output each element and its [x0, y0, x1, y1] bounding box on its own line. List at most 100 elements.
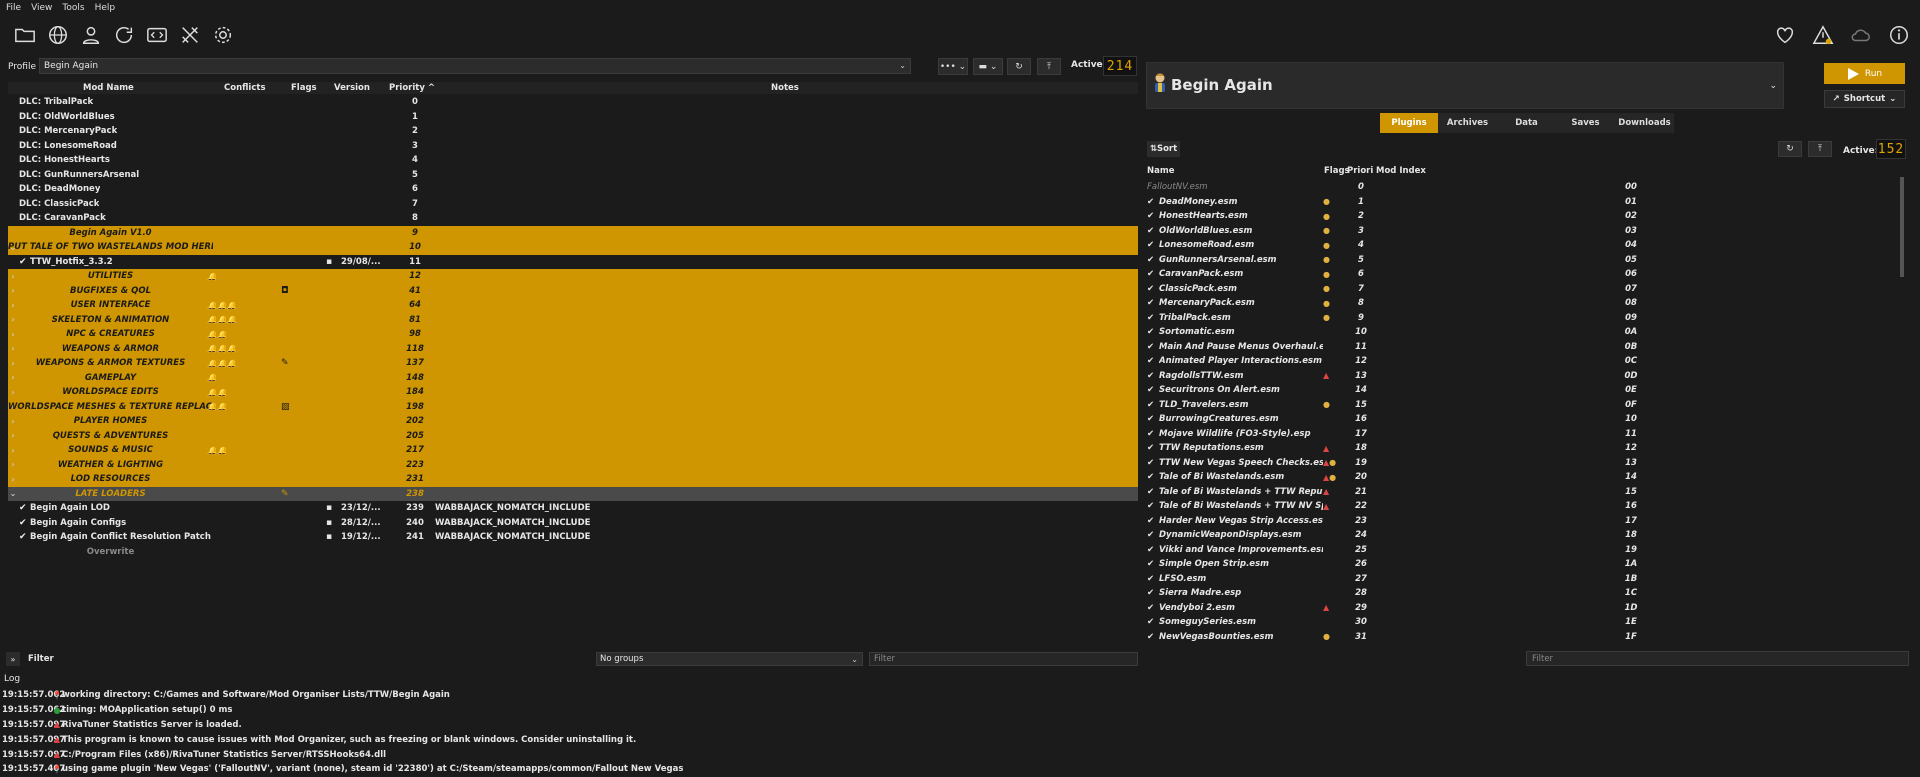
plugin-row[interactable]: ✔ Tale of Bi Wastelands + TTW Reputations… [1146, 485, 1892, 500]
plugin-checkbox[interactable]: ✔ [1147, 603, 1154, 613]
open-folder-menu-button[interactable]: ▬ ⌄ [973, 58, 1003, 75]
mod-row[interactable]: ✔ Begin Again Conflict Resolution Patch ▪ 1… [8, 530, 1138, 545]
plugin-checkbox[interactable]: ✔ [1147, 472, 1154, 482]
plugin-row[interactable]: ✔ DynamicWeaponDisplays.esm 24 18 [1146, 528, 1892, 543]
plugin-row[interactable]: ✔ Securitrons On Alert.esm 14 0E [1146, 383, 1892, 398]
col-plugin-priority[interactable]: Priori [1347, 166, 1373, 176]
plugin-checkbox[interactable]: ✔ [1147, 414, 1154, 424]
plugin-row[interactable]: ✔ TTW Reputations.esm ▲ 18 12 [1146, 441, 1892, 456]
mod-row[interactable]: › PLAYER HOMES 202 [8, 414, 1138, 429]
plugin-checkbox[interactable]: ✔ [1147, 211, 1154, 221]
plugin-checkbox[interactable]: ✔ [1147, 429, 1154, 439]
plugin-checkbox[interactable]: ✔ [1147, 327, 1154, 337]
tab-archives[interactable]: Archives [1438, 113, 1497, 133]
mod-row[interactable]: › SOUNDS & MUSIC 🔔🔔 217 [8, 443, 1138, 458]
plugin-row[interactable]: ✔ DeadMoney.esm ● 1 01 [1146, 195, 1892, 210]
plugin-checkbox[interactable]: ✔ [1147, 255, 1154, 265]
mod-checkbox[interactable]: ✔ [19, 503, 27, 513]
notifications-button[interactable] [1808, 18, 1838, 52]
plugin-checkbox[interactable]: ✔ [1147, 530, 1154, 540]
executables-button[interactable] [140, 18, 173, 52]
sort-button[interactable]: ⇅ Sort [1147, 141, 1180, 157]
col-plugin-name[interactable]: Name [1147, 166, 1174, 176]
menu-file[interactable]: File [6, 3, 21, 13]
col-plugin-flags[interactable]: Flags [1324, 166, 1350, 176]
plugin-row[interactable]: ✔ Main And Pause Menus Overhaul.esm 11 0B [1146, 340, 1892, 355]
plugin-row[interactable]: ✔ OldWorldBlues.esm ● 3 03 [1146, 224, 1892, 239]
plugin-checkbox[interactable]: ✔ [1147, 617, 1154, 627]
mod-row[interactable]: › GAMEPLAY 🔔 148 [8, 370, 1138, 385]
plugin-checkbox[interactable]: ✔ [1147, 545, 1154, 555]
plugin-checkbox[interactable]: ✔ [1147, 385, 1154, 395]
col-flags[interactable]: Flags [291, 83, 317, 93]
plugin-checkbox[interactable]: ✔ [1147, 356, 1154, 366]
mod-row[interactable]: › WEAPONS & ARMOR 🔔🔔🔔 118 [8, 341, 1138, 356]
nexus-button[interactable] [41, 18, 74, 52]
plugin-checkbox[interactable]: ✔ [1147, 574, 1154, 584]
mod-row[interactable]: › SKELETON & ANIMATION 🔔🔔🔔 81 [8, 312, 1138, 327]
plugin-checkbox[interactable]: ✔ [1147, 400, 1154, 410]
filter-toggle-button[interactable]: » [6, 652, 20, 666]
tools-button[interactable] [173, 18, 206, 52]
profile-select[interactable]: Begin Again ⌄ [39, 58, 911, 74]
mod-row[interactable]: ⌄ PUT TALE OF TWO WASTELANDS MOD HERE 10 [8, 240, 1138, 255]
shortcut-button[interactable]: ↗ Shortcut ⌄ [1824, 90, 1905, 108]
plugin-row[interactable]: ✔ Tale of Bi Wastelands.esm ▲● 20 14 [1146, 470, 1892, 485]
plugin-row[interactable]: ✔ ClassicPack.esm ● 7 07 [1146, 282, 1892, 297]
plugin-checkbox[interactable]: ✔ [1147, 458, 1154, 468]
groups-select[interactable]: No groups ⌄ [596, 652, 863, 666]
plugin-row[interactable]: ✔ HonestHearts.esm ● 2 02 [1146, 209, 1892, 224]
col-mod-name[interactable]: Mod Name [83, 83, 134, 93]
mod-row[interactable]: ✔ Begin Again Configs ▪ 28/12/... 240 WABBAJA… [8, 516, 1138, 531]
plugin-checkbox[interactable]: ✔ [1147, 443, 1154, 453]
tab-saves[interactable]: Saves [1556, 113, 1615, 133]
plugin-checkbox[interactable]: ✔ [1147, 269, 1154, 279]
plugin-checkbox[interactable]: ✔ [1147, 284, 1154, 294]
col-mod-index[interactable]: Mod Index [1376, 166, 1426, 176]
mod-row[interactable]: DLC: MercenaryPack 2 [8, 124, 1138, 139]
plugin-row[interactable]: ✔ NewVegasBounties.esm ● 31 1F [1146, 630, 1892, 645]
mod-row[interactable]: ✔ TTW_Hotfix_3.3.2 ▪ 29/08/... 11 [8, 255, 1138, 270]
plugin-row[interactable]: ✔ LonesomeRoad.esm ● 4 04 [1146, 238, 1892, 253]
mod-row[interactable]: Begin Again V1.0 9 [8, 225, 1138, 240]
mod-filter-input[interactable]: Filter [869, 652, 1138, 666]
run-button[interactable]: Run [1824, 63, 1905, 84]
plugin-checkbox[interactable]: ✔ [1147, 632, 1154, 642]
plugin-row[interactable]: ✔ Sortomatic.esm 10 0A [1146, 325, 1892, 340]
plugin-row[interactable]: ✔ RagdollsTTW.esm ▲ 13 0D [1146, 369, 1892, 384]
plugin-row[interactable]: ✔ CaravanPack.esm ● 6 06 [1146, 267, 1892, 282]
plugin-row[interactable]: ✔ BurrowingCreatures.esm 16 10 [1146, 412, 1892, 427]
plugin-row[interactable]: ✔ LFSO.esm 27 1B [1146, 572, 1892, 587]
plugin-row[interactable]: ✔ TribalPack.esm ● 9 09 [1146, 311, 1892, 326]
profiles-button[interactable] [74, 18, 107, 52]
mod-row[interactable]: ✔ Begin Again LOD ▪ 23/12/... 239 WABBAJACK_N… [8, 501, 1138, 516]
plugin-checkbox[interactable]: ✔ [1147, 197, 1154, 207]
plugin-row[interactable]: ✔ TLD_Travelers.esm ● 15 0F [1146, 398, 1892, 413]
menu-tools[interactable]: Tools [62, 3, 84, 13]
plugin-checkbox[interactable]: ✔ [1147, 516, 1154, 526]
mod-row[interactable]: › USER INTERFACE 🔔🔔🔔 64 [8, 298, 1138, 313]
plugin-row[interactable]: ✔ Sierra Madre.esp 28 1C [1146, 586, 1892, 601]
mod-row[interactable]: DLC: OldWorldBlues 1 [8, 110, 1138, 125]
plugin-checkbox[interactable]: ✔ [1147, 559, 1154, 569]
mod-checkbox[interactable]: ✔ [19, 532, 27, 542]
mod-row[interactable]: › NPC & CREATURES 🔔🔔 98 [8, 327, 1138, 342]
tab-data[interactable]: Data [1497, 113, 1556, 133]
plugin-row[interactable]: ✔ GunRunnersArsenal.esm ● 5 05 [1146, 253, 1892, 268]
info-button[interactable] [1884, 18, 1914, 52]
mod-row[interactable]: DLC: HonestHearts 4 [8, 153, 1138, 168]
create-backup-button[interactable]: ⤒ [1037, 58, 1061, 75]
plugin-checkbox[interactable]: ✔ [1147, 240, 1154, 250]
more-options-button[interactable]: ••• ⌄ [938, 58, 968, 75]
col-version[interactable]: Version [334, 83, 370, 93]
mod-row[interactable]: DLC: LonesomeRoad 3 [8, 139, 1138, 154]
plugin-checkbox[interactable]: ✔ [1147, 298, 1154, 308]
mod-row[interactable]: › UTILITIES 🔔 12 [8, 269, 1138, 284]
menu-help[interactable]: Help [95, 3, 116, 13]
plugin-row[interactable]: ✔ Vendyboi 2.esm ▲ 29 1D [1146, 601, 1892, 616]
plugin-checkbox[interactable]: ✔ [1147, 588, 1154, 598]
mod-checkbox[interactable]: ✔ [19, 257, 27, 267]
plugin-checkbox[interactable]: ✔ [1147, 501, 1154, 511]
mod-row[interactable]: › QUESTS & ADVENTURES 205 [8, 428, 1138, 443]
plugin-row[interactable]: ✔ Mojave Wildlife (FO3-Style).esp 17 11 [1146, 427, 1892, 442]
